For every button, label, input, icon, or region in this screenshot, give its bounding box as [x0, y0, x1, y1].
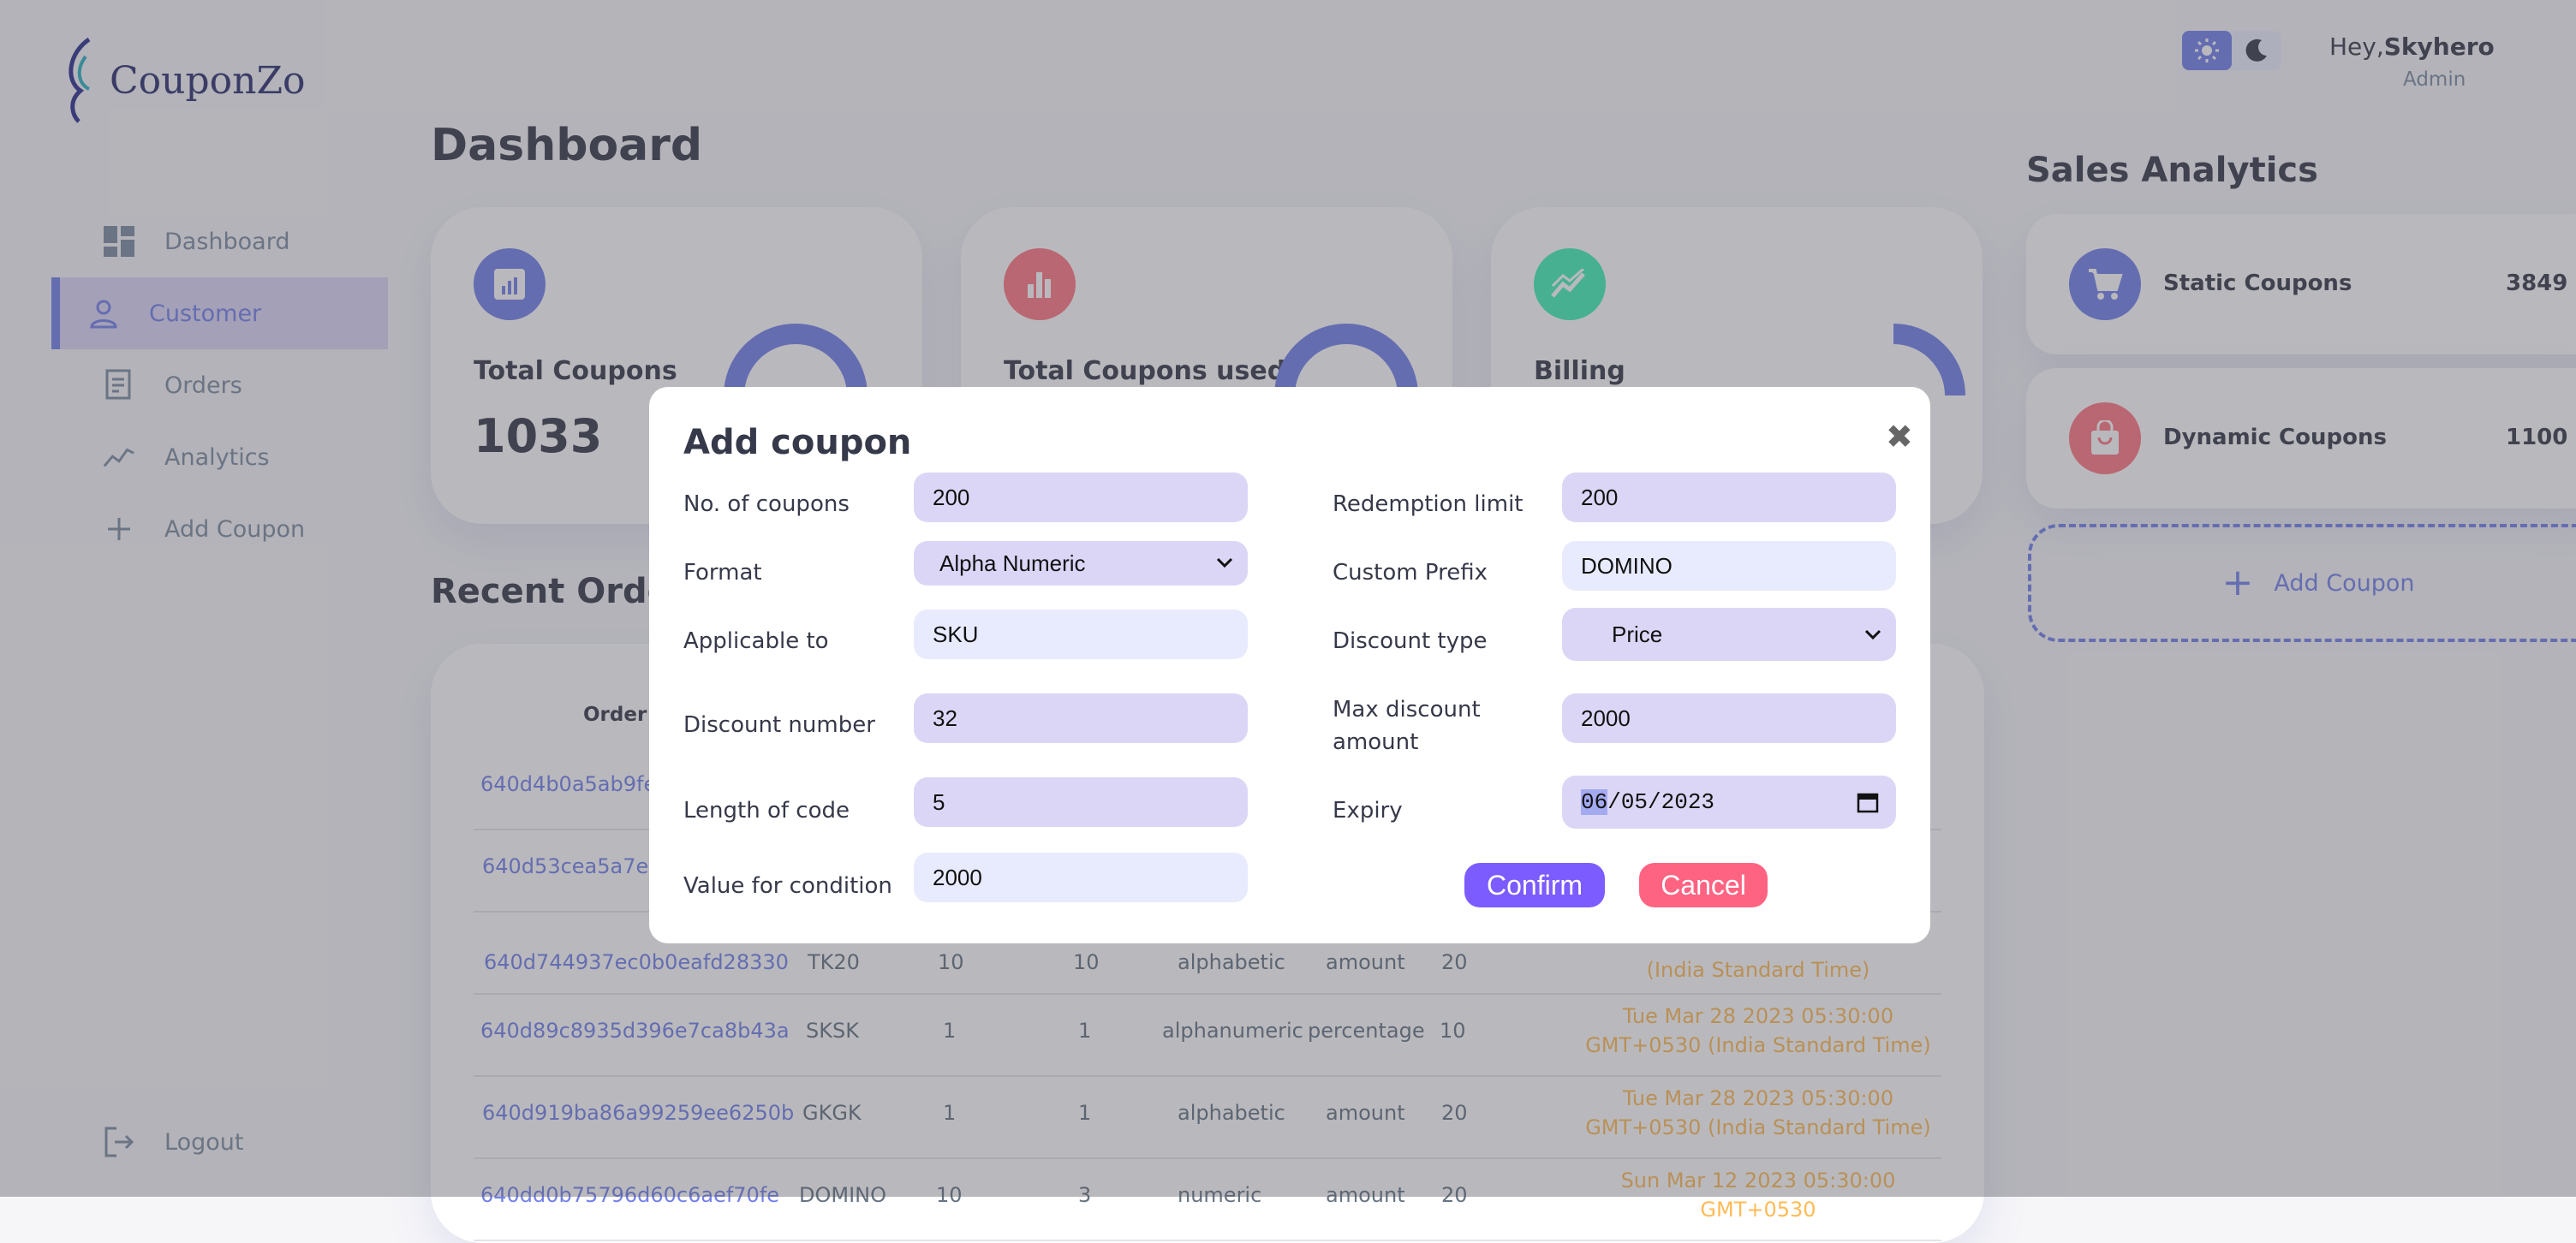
- value-for-condition-input[interactable]: 2000: [914, 853, 1248, 902]
- format-selected-value: Alpha Numeric: [939, 550, 1086, 576]
- label-custom-prefix: Custom Prefix: [1333, 560, 1488, 586]
- format-select[interactable]: Alpha Numeric: [914, 541, 1248, 586]
- label-expiry: Expiry: [1333, 798, 1403, 824]
- redemption-limit-input[interactable]: 200: [1562, 473, 1896, 522]
- add-coupon-modal: Add coupon ✖ No. of coupons 200 Format A…: [649, 387, 1930, 943]
- max-discount-input[interactable]: 2000: [1562, 693, 1896, 743]
- discount-type-select[interactable]: Price: [1562, 608, 1896, 661]
- expiry-date-input[interactable]: 06/05/2023: [1562, 776, 1896, 829]
- label-redemption-limit: Redemption limit: [1333, 491, 1524, 517]
- cancel-button[interactable]: Cancel: [1639, 863, 1768, 907]
- label-max-discount-line1: Max discount: [1333, 697, 1481, 723]
- discount-number-input[interactable]: 32: [914, 693, 1248, 743]
- label-format: Format: [683, 560, 762, 586]
- no-of-coupons-input[interactable]: 200: [914, 473, 1248, 522]
- length-of-code-input[interactable]: 5: [914, 777, 1248, 827]
- confirm-button[interactable]: Confirm: [1464, 863, 1605, 907]
- chevron-down-icon: [1864, 629, 1881, 640]
- label-max-discount-line2: amount: [1333, 729, 1419, 755]
- dashboard-page: CouponZo Dashboard Customer Orders Analy…: [0, 0, 2576, 1243]
- label-discount-type: Discount type: [1333, 628, 1488, 654]
- chevron-down-icon: [1216, 557, 1233, 568]
- close-icon[interactable]: ✖: [1886, 418, 1913, 455]
- label-length-of-code: Length of code: [683, 798, 850, 824]
- expiry-month[interactable]: 06: [1581, 789, 1608, 815]
- label-discount-number: Discount number: [683, 712, 875, 738]
- expiry-rest[interactable]: /05/2023: [1607, 789, 1714, 815]
- modal-title: Add coupon: [683, 423, 912, 462]
- discount-type-selected-value: Price: [1612, 621, 1663, 647]
- label-max-discount: Max discount amount: [1333, 693, 1481, 758]
- label-applicable-to: Applicable to: [683, 628, 829, 654]
- applicable-to-input[interactable]: SKU: [914, 610, 1248, 659]
- label-no-of-coupons: No. of coupons: [683, 491, 850, 517]
- label-value-for-condition: Value for condition: [683, 873, 892, 899]
- calendar-icon[interactable]: [1857, 791, 1879, 813]
- custom-prefix-input[interactable]: DOMINO: [1562, 541, 1896, 591]
